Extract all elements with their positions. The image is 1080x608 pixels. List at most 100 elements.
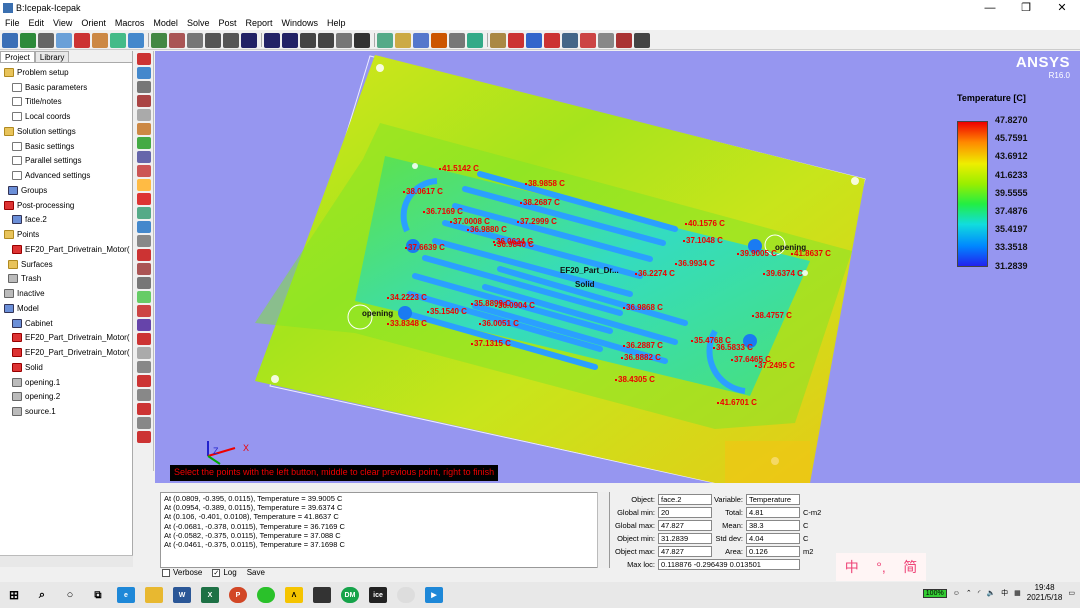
tree-item[interactable]: Post-processing xyxy=(0,198,132,213)
start-icon[interactable]: ⊞ xyxy=(5,587,23,603)
toolbar-tool-icon[interactable] xyxy=(544,32,560,48)
tab-library[interactable]: Library xyxy=(34,51,70,62)
toolbar-tool-icon[interactable] xyxy=(282,32,298,48)
tree-item[interactable]: Problem setup xyxy=(0,65,132,80)
clock[interactable]: 19:48 2021/5/18 xyxy=(1027,583,1063,603)
toolbar-tool-icon[interactable] xyxy=(128,32,144,48)
toolbar-tool-icon[interactable] xyxy=(508,32,524,48)
object-tool-icon[interactable] xyxy=(137,207,151,219)
object-tool-icon[interactable] xyxy=(137,221,151,233)
tree-item[interactable]: Solution settings xyxy=(0,124,132,139)
tree-item[interactable]: face.2 xyxy=(0,213,132,228)
object-tool-icon[interactable] xyxy=(137,193,151,205)
task-view-icon[interactable]: ⧉ xyxy=(89,587,107,603)
tree-item[interactable]: EF20_Part_Drivetrain_Motor( xyxy=(0,242,132,257)
object-tool-icon[interactable] xyxy=(137,417,151,429)
chevron-up-icon[interactable]: ⌃ xyxy=(966,589,972,597)
save-button[interactable]: Save xyxy=(247,568,265,577)
toolbar-tool-icon[interactable] xyxy=(616,32,632,48)
toolbar-tool-icon[interactable] xyxy=(634,32,650,48)
object-tool-icon[interactable] xyxy=(137,235,151,247)
toolbar-tool-icon[interactable] xyxy=(467,32,483,48)
wechat-icon[interactable] xyxy=(257,587,275,603)
toolbar-tool-icon[interactable] xyxy=(20,32,36,48)
notification-icon[interactable]: ▭ xyxy=(1068,589,1075,597)
media-app-icon[interactable]: ▶ xyxy=(425,587,443,603)
tree-item[interactable]: Trash xyxy=(0,272,132,287)
toolbar-tool-icon[interactable] xyxy=(336,32,352,48)
object-tool-icon[interactable] xyxy=(137,277,151,289)
toolbar-tool-icon[interactable] xyxy=(223,32,239,48)
toolbar-tool-icon[interactable] xyxy=(56,32,72,48)
verbose-checkbox[interactable]: Verbose xyxy=(162,568,202,577)
toolbar-tool-icon[interactable] xyxy=(354,32,370,48)
toolbar-tool-icon[interactable] xyxy=(151,32,167,48)
people-icon[interactable]: ☺ xyxy=(953,590,960,597)
toolbar-tool-icon[interactable] xyxy=(2,32,18,48)
tree-item[interactable]: opening.2 xyxy=(0,390,132,405)
toolbar-tool-icon[interactable] xyxy=(74,32,90,48)
ime-icon[interactable]: ▦ xyxy=(1014,589,1021,597)
menu-report[interactable]: Report xyxy=(240,18,276,28)
object-tool-icon[interactable] xyxy=(137,347,151,359)
object-tool-icon[interactable] xyxy=(137,431,151,443)
object-tool-icon[interactable] xyxy=(137,109,151,121)
volume-icon[interactable]: 🔈 xyxy=(986,589,995,597)
object-tool-icon[interactable] xyxy=(137,81,151,93)
toolbar-tool-icon[interactable] xyxy=(187,32,203,48)
menu-macros[interactable]: Macros xyxy=(110,18,149,28)
object-tool-icon[interactable] xyxy=(137,403,151,415)
object-tool-icon[interactable] xyxy=(137,249,151,261)
object-tool-icon[interactable] xyxy=(137,375,151,387)
tree-item[interactable]: source.1 xyxy=(0,404,132,419)
search-icon[interactable]: ⌕ xyxy=(33,587,51,603)
close-button[interactable]: ✕ xyxy=(1044,0,1080,16)
menu-help[interactable]: Help xyxy=(322,18,350,28)
battery-indicator[interactable]: 100% xyxy=(922,588,947,598)
tree-item[interactable]: Advanced settings xyxy=(0,168,132,183)
tree-item[interactable]: Inactive xyxy=(0,286,132,301)
toolbar-tool-icon[interactable] xyxy=(431,32,447,48)
toolbar-tool-icon[interactable] xyxy=(526,32,542,48)
toolbar-tool-icon[interactable] xyxy=(562,32,578,48)
tree-item[interactable]: Surfaces xyxy=(0,257,132,272)
object-tool-icon[interactable] xyxy=(137,333,151,345)
edge-icon[interactable]: e xyxy=(117,587,135,603)
file-explorer-icon[interactable] xyxy=(145,587,163,603)
object-tool-icon[interactable] xyxy=(137,95,151,107)
toolbar-tool-icon[interactable] xyxy=(580,32,596,48)
message-log-scrollbar[interactable] xyxy=(597,492,609,568)
toolbar-tool-icon[interactable] xyxy=(241,32,257,48)
toolbar-tool-icon[interactable] xyxy=(169,32,185,48)
cloud-app-icon[interactable] xyxy=(397,587,415,603)
object-tool-icon[interactable] xyxy=(137,67,151,79)
toolbar-tool-icon[interactable] xyxy=(264,32,280,48)
object-tool-icon[interactable] xyxy=(137,165,151,177)
tree-item[interactable]: Basic parameters xyxy=(0,80,132,95)
ansys-launcher-icon[interactable]: Λ xyxy=(285,587,303,603)
toolbar-tool-icon[interactable] xyxy=(377,32,393,48)
object-tool-icon[interactable] xyxy=(137,137,151,149)
object-tool-icon[interactable] xyxy=(137,123,151,135)
object-tool-icon[interactable] xyxy=(137,361,151,373)
object-tool-icon[interactable] xyxy=(137,53,151,65)
tree-item[interactable]: EF20_Part_Drivetrain_Motor( xyxy=(0,331,132,346)
tree-item[interactable]: Title/notes xyxy=(0,95,132,110)
toolbar-tool-icon[interactable] xyxy=(449,32,465,48)
tree-item[interactable]: Cabinet xyxy=(0,316,132,331)
excel-icon[interactable]: X xyxy=(201,587,219,603)
maximize-button[interactable]: ❐ xyxy=(1008,0,1044,16)
toolbar-tool-icon[interactable] xyxy=(300,32,316,48)
menu-file[interactable]: File xyxy=(0,18,24,28)
object-tool-icon[interactable] xyxy=(137,263,151,275)
object-tool-icon[interactable] xyxy=(137,305,151,317)
tree-item[interactable]: Solid xyxy=(0,360,132,375)
log-checkbox[interactable]: ✓ Log xyxy=(212,568,237,577)
toolbar-tool-icon[interactable] xyxy=(490,32,506,48)
toolbar-tool-icon[interactable] xyxy=(110,32,126,48)
horizontal-scrollbar[interactable] xyxy=(0,555,133,567)
object-tool-icon[interactable] xyxy=(137,319,151,331)
tree-item[interactable]: EF20_Part_Drivetrain_Motor( xyxy=(0,345,132,360)
toolbar-tool-icon[interactable] xyxy=(413,32,429,48)
dm-app-icon[interactable]: DM xyxy=(341,587,359,603)
